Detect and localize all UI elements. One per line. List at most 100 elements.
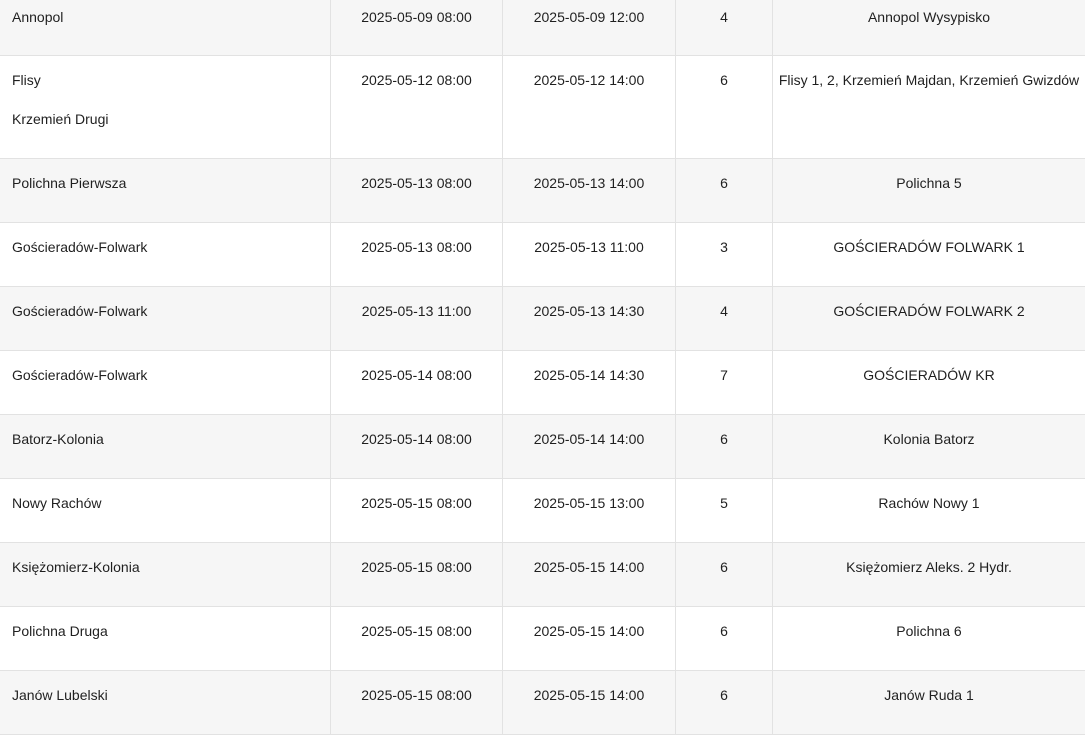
end-time-text: 2025-05-14 14:00 [533,431,645,447]
cell-end-time: 2025-05-13 14:30 [503,287,676,350]
start-time-text: 2025-05-14 08:00 [361,431,472,447]
table-row: Polichna Druga 2025-05-15 08:00 2025-05-… [0,607,1085,671]
end-time-text: 2025-05-09 12:00 [533,9,645,25]
locality-text: Gościeradów-Folwark [12,303,148,319]
start-time-text: 2025-05-15 08:00 [361,559,472,575]
start-time-text: 2025-05-13 08:00 [361,175,472,191]
start-time-text: 2025-05-12 08:00 [361,72,472,88]
table-row: Gościeradów-Folwark 2025-05-13 08:00 202… [0,223,1085,287]
table-row: Polichna Pierwsza 2025-05-13 08:00 2025-… [0,159,1085,223]
cell-locality: Gościeradów-Folwark [0,223,331,286]
duration-hours-text: 6 [720,72,728,88]
start-time-text: 2025-05-15 08:00 [361,687,472,703]
duration-hours-text: 7 [720,367,728,383]
cell-locality: Batorz-Kolonia [0,415,331,478]
cell-duration-hours: 6 [676,607,773,670]
locality-text: Księżomierz-Kolonia [12,559,140,575]
cell-duration-hours: 3 [676,223,773,286]
cell-duration-hours: 4 [676,287,773,350]
cell-station: GOŚCIERADÓW FOLWARK 1 [773,223,1085,286]
cell-end-time: 2025-05-14 14:00 [503,415,676,478]
cell-end-time: 2025-05-15 14:00 [503,607,676,670]
locality-text: Flisy [12,72,41,88]
cell-locality: Annopol [0,0,331,55]
start-time-text: 2025-05-13 08:00 [361,239,472,255]
cell-start-time: 2025-05-13 11:00 [331,287,503,350]
station-text: Kolonia Batorz [883,431,975,447]
cell-station: Kolonia Batorz [773,415,1085,478]
locality-text: Polichna Pierwsza [12,175,127,191]
locality-text: Annopol [12,9,64,25]
end-time-text: 2025-05-12 14:00 [533,72,645,88]
table-row: Batorz-Kolonia 2025-05-14 08:00 2025-05-… [0,415,1085,479]
duration-hours-text: 6 [720,431,728,447]
cell-start-time: 2025-05-15 08:00 [331,607,503,670]
cell-station: Polichna 5 [773,159,1085,222]
locality-text: Batorz-Kolonia [12,431,104,447]
cell-duration-hours: 7 [676,351,773,414]
cell-station: Księżomierz Aleks. 2 Hydr. [773,543,1085,606]
cell-start-time: 2025-05-15 08:00 [331,671,503,734]
locality-text: Nowy Rachów [12,495,102,511]
cell-start-time: 2025-05-09 08:00 [331,0,503,55]
table-row: Gościeradów-Folwark 2025-05-14 08:00 202… [0,351,1085,415]
locality-text: Janów Lubelski [12,687,108,703]
locality-text: Polichna Druga [12,623,108,639]
cell-locality: Gościeradów-Folwark [0,351,331,414]
cell-locality: Księżomierz-Kolonia [0,543,331,606]
station-text: Polichna 5 [896,175,962,191]
locality-text: Gościeradów-Folwark [12,367,148,383]
cell-start-time: 2025-05-13 08:00 [331,159,503,222]
outage-schedule-table: Annopol 2025-05-09 08:00 2025-05-09 12:0… [0,0,1085,735]
table-row: Janów Lubelski 2025-05-15 08:00 2025-05-… [0,671,1085,735]
cell-locality: Nowy Rachów [0,479,331,542]
start-time-text: 2025-05-13 11:00 [361,303,472,319]
cell-locality: Flisy Krzemień Drugi [0,56,331,158]
station-text: GOŚCIERADÓW FOLWARK 2 [833,303,1025,319]
cell-station: Janów Ruda 1 [773,671,1085,734]
duration-hours-text: 4 [720,303,728,319]
cell-station: GOŚCIERADÓW FOLWARK 2 [773,287,1085,350]
cell-station: Annopol Wysypisko [773,0,1085,55]
locality-text: Gościeradów-Folwark [12,239,148,255]
cell-locality: Polichna Druga [0,607,331,670]
table-row: Flisy Krzemień Drugi 2025-05-12 08:00 202… [0,56,1085,159]
cell-start-time: 2025-05-14 08:00 [331,415,503,478]
start-time-text: 2025-05-15 08:00 [361,495,472,511]
end-time-text: 2025-05-15 14:00 [533,687,645,703]
cell-duration-hours: 6 [676,415,773,478]
station-text: Annopol Wysypisko [867,9,991,25]
cell-end-time: 2025-05-13 14:00 [503,159,676,222]
cell-locality: Polichna Pierwsza [0,159,331,222]
cell-start-time: 2025-05-14 08:00 [331,351,503,414]
duration-hours-text: 4 [720,9,728,25]
start-time-text: 2025-05-15 08:00 [361,623,472,639]
cell-duration-hours: 6 [676,543,773,606]
table-row: Księżomierz-Kolonia 2025-05-15 08:00 202… [0,543,1085,607]
table-row: Nowy Rachów 2025-05-15 08:00 2025-05-15 … [0,479,1085,543]
cell-start-time: 2025-05-12 08:00 [331,56,503,158]
station-text: Polichna 6 [896,623,962,639]
duration-hours-text: 5 [720,495,728,511]
cell-end-time: 2025-05-09 12:00 [503,0,676,55]
duration-hours-text: 6 [720,559,728,575]
cell-end-time: 2025-05-15 13:00 [503,479,676,542]
cell-end-time: 2025-05-12 14:00 [503,56,676,158]
cell-duration-hours: 6 [676,56,773,158]
end-time-text: 2025-05-13 11:00 [534,239,644,255]
duration-hours-text: 6 [720,687,728,703]
cell-duration-hours: 4 [676,0,773,55]
duration-hours-text: 3 [720,239,728,255]
station-text: Księżomierz Aleks. 2 Hydr. [846,559,1012,575]
cell-start-time: 2025-05-15 08:00 [331,543,503,606]
duration-hours-text: 6 [720,623,728,639]
cell-locality: Janów Lubelski [0,671,331,734]
locality-text: Krzemień Drugi [12,111,109,127]
end-time-text: 2025-05-13 14:00 [533,175,645,191]
start-time-text: 2025-05-14 08:00 [361,367,472,383]
start-time-text: 2025-05-09 08:00 [361,9,472,25]
cell-start-time: 2025-05-15 08:00 [331,479,503,542]
table-row: Annopol 2025-05-09 08:00 2025-05-09 12:0… [0,0,1085,56]
cell-duration-hours: 6 [676,671,773,734]
cell-locality: Gościeradów-Folwark [0,287,331,350]
